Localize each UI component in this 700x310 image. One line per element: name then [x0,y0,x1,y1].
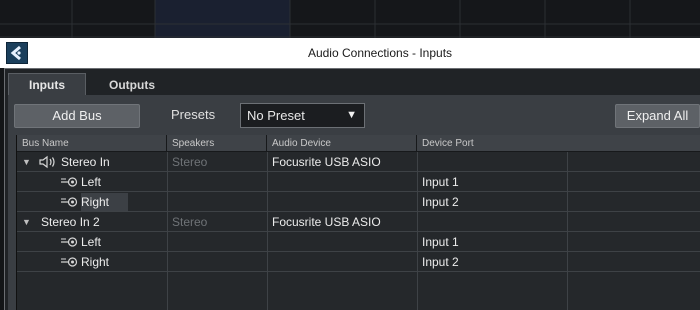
channel-connector-icon [60,175,78,189]
presets-label: Presets [171,107,216,122]
channel-name[interactable]: Left [81,232,101,252]
dropdown-arrow-icon: ▼ [346,109,357,121]
table-row[interactable]: Right Input 2 [17,192,700,212]
expand-triangle-icon[interactable]: ▼ [22,212,31,232]
dialog-title: Audio Connections - Inputs [307,46,453,60]
channel-connector-icon [60,255,78,269]
device-port-value[interactable]: Input 2 [422,252,459,272]
table-row[interactable]: Left Input 1 [17,232,700,252]
table-row[interactable]: ▼ Stereo In Stereo Focusrite USB ASIO [17,152,700,172]
preset-value: No Preset [247,108,305,123]
channel-name[interactable]: Right [81,252,109,272]
device-port-value[interactable]: Input 2 [422,192,459,212]
tab-outputs[interactable]: Outputs [92,74,172,96]
channel-connector-icon [60,235,78,249]
tab-inputs[interactable]: Inputs [8,73,86,95]
expand-triangle-icon[interactable]: ▼ [22,152,31,172]
title-bar[interactable]: Audio Connections - Inputs [0,38,700,68]
channel-connector-icon [60,195,78,209]
column-header-bus-name[interactable]: Bus Name [17,135,167,152]
connections-table: Bus Name Speakers Audio Device Device Po… [16,135,700,310]
channel-name[interactable]: Right [81,192,109,212]
table-header: Bus Name Speakers Audio Device Device Po… [17,135,700,152]
speaker-icon [39,155,57,169]
preset-dropdown[interactable]: No Preset ▼ [240,103,365,128]
table-row[interactable]: Right Input 2 [17,252,700,272]
channel-name[interactable]: Left [81,172,101,192]
background-window [0,0,700,38]
speakers-value: Stereo [172,215,208,229]
column-header-device-port[interactable]: Device Port [417,135,700,152]
add-bus-button[interactable]: Add Bus [14,104,140,128]
column-header-speakers[interactable]: Speakers [167,135,267,152]
device-port-value[interactable]: Input 1 [422,232,459,252]
table-row[interactable]: Left Input 1 [17,172,700,192]
column-header-audio-device[interactable]: Audio Device [267,135,417,152]
bus-name[interactable]: Stereo In 2 [41,212,100,232]
bus-name[interactable]: Stereo In [61,152,110,172]
background-grid [0,0,700,38]
audio-device-value[interactable]: Focusrite USB ASIO [272,152,381,172]
table-row[interactable]: ▼ Stereo In 2 Stereo Focusrite USB ASIO [17,212,700,232]
expand-all-button[interactable]: Expand All [615,104,700,128]
audio-device-value[interactable]: Focusrite USB ASIO [272,212,381,232]
device-port-value[interactable]: Input 1 [422,172,459,192]
speakers-value: Stereo [172,155,208,169]
